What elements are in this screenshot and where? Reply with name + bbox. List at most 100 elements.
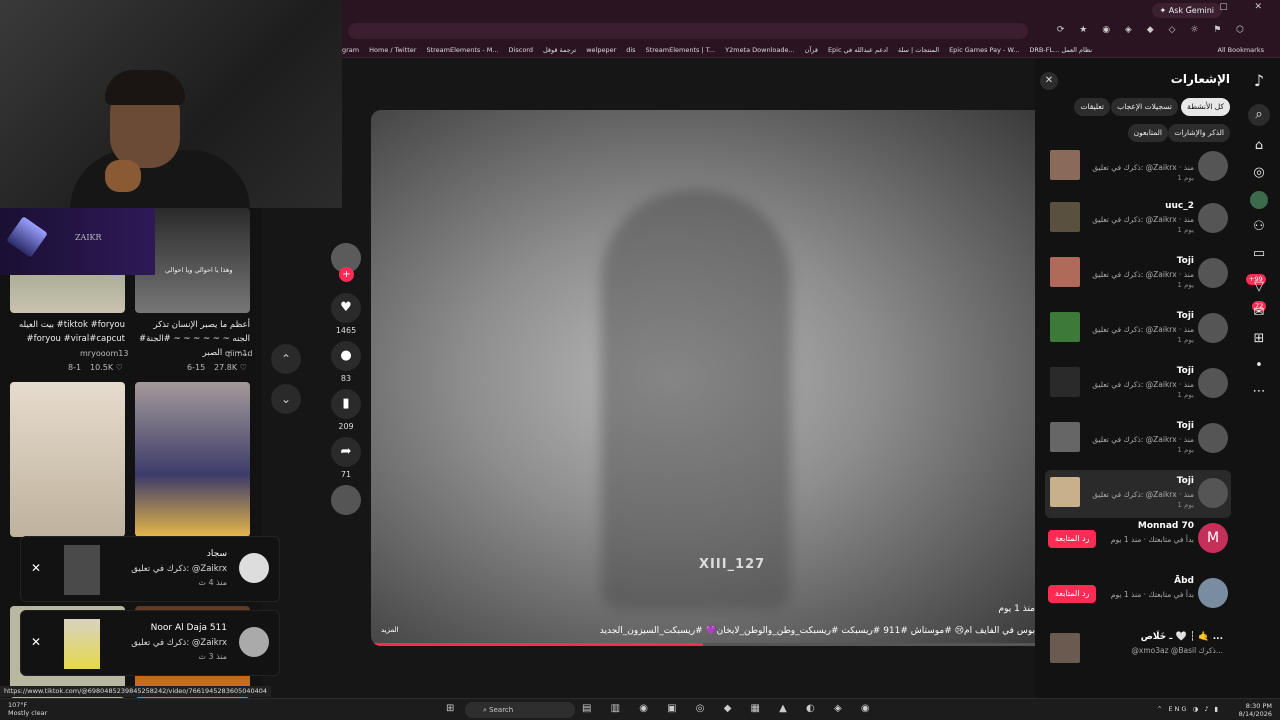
previous-video-button[interactable]: ⌃ [271,344,301,374]
notification-item[interactable]: Toji ذكرك في تعليق: @Zaikrx · منذ 1 يوم [1045,250,1231,298]
notification-text: ذكرك في تعليق: @Zaikrx · منذ [1092,270,1194,279]
avatar[interactable] [1198,578,1228,608]
video-player[interactable]: XIII_127 منذ 1 يوم بوس في الفايف ام😢 #مو… [371,110,1035,646]
notification-item[interactable]: Toji ذكرك في تعليق: @Zaikrx · منذ 1 يوم [1045,470,1231,518]
next-video-button[interactable]: ⌄ [271,384,301,414]
action-column: + ♥ 1465 ● 83 ▮ 209 ➦ 71 [330,243,362,515]
system-tray[interactable]: ⌃ ENG ◑ ♪ ▮ [1157,705,1220,713]
following-icon[interactable]: ⚇ [1250,218,1268,236]
bookmark-item[interactable]: StreamElements - M... [426,46,498,54]
profile-avatar-icon[interactable] [1250,191,1268,209]
all-bookmarks[interactable]: All Bookmarks [1218,46,1264,54]
avatar[interactable] [1198,478,1228,508]
avatar[interactable]: M [1198,523,1228,553]
comment-count: 83 [340,374,352,383]
follow-plus-icon[interactable]: + [339,267,354,282]
notifications-panel: ✕ الإشعارات كل الأنشطة تسجيلات الإعجاب ت… [1035,58,1238,698]
notification-item[interactable]: Toji ذكرك في تعليق: @Zaikrx · منذ 1 يوم [1045,360,1231,408]
notification-item[interactable]: ذكرك في تعليق: @Zaikrx · منذ 1 يوم [1045,143,1231,191]
grid-tile-3[interactable] [10,382,125,537]
share-icon[interactable]: ➦ [331,437,361,467]
avatar[interactable] [1198,313,1228,343]
live-icon[interactable]: ▭ [1250,245,1268,263]
notification-thumbnail [1050,633,1080,663]
avatar[interactable] [1198,151,1228,181]
logo-shape [6,216,48,258]
messages-icon[interactable]: ✉ [1250,304,1268,322]
follower-notification[interactable]: رد المتابعة Monnad 70 بدأ في متابعتك · م… [1045,515,1231,563]
more-link[interactable]: المزيد [381,626,399,634]
bookmark-item[interactable]: welpeper [586,46,616,54]
comment-icon[interactable]: ● [331,341,361,371]
notification-item[interactable]: ـ خَلَاص 🤍 ┆ 🤙 ... @xmo3az @Basil ذكرك..… [1045,626,1231,674]
close-icon[interactable]: ✕ [31,635,41,649]
pinned-apps[interactable]: ▤ ▥ ◉ ▣ ◎ ◆ ▦ ▲ ◐ ◈ ◉ [582,703,878,714]
more-dot-icon[interactable]: • [1250,357,1268,375]
grid-tile-4[interactable] [135,382,250,537]
bookmark-item[interactable]: Epic Games Pay - W... [949,46,1019,54]
start-icon[interactable]: ⊞ [446,703,462,714]
activity-icon[interactable]: ▽ [1250,278,1268,296]
bookmark-item[interactable]: المنتجات | سلة [898,46,939,54]
tab-likes[interactable]: تسجيلات الإعجاب [1111,98,1178,116]
taskbar-search[interactable]: ⌕ Search [465,702,575,718]
close-icon[interactable]: ✕ [31,561,41,575]
bookmarks-bar: gram Home / Twitter StreamElements - M... D… [342,42,1280,58]
bookmark-item[interactable]: Discord [509,46,533,54]
save-count: 209 [338,422,354,431]
bookmark-item[interactable]: DRB-FL... نظام العمل [1029,46,1092,54]
follow-back-button[interactable]: رد المتابعة [1048,585,1097,603]
bookmark-item[interactable]: dis [626,46,635,54]
windows-taskbar: 107°F Mostly clear ⊞ ⌕ Search ▤ ▥ ◉ ▣ ◎ ◆… [0,698,1280,720]
window-controls[interactable]: – ▢ ✕ [1188,2,1274,12]
extension-icons[interactable]: ⟳ ★ ◉ ◈ ◆ ◇ ☼ ⚑ ⬡ [1057,25,1250,35]
notification-item[interactable]: uuc_2 ذكرك في تعليق: @Zaikrx · منذ 1 يوم [1045,195,1231,243]
search-icon[interactable]: ⌕ [1248,104,1270,126]
tab-comments[interactable]: تعليقات [1074,98,1110,116]
video-progress[interactable] [371,643,1035,646]
notification-toast[interactable]: ✕ Noor Al Daja 511 ذكرك في تعليق: @Zaikr… [20,610,280,676]
address-bar[interactable] [348,23,1028,39]
bookmark-item[interactable]: قرآن [805,46,818,54]
bookmark-item[interactable]: Y2meta Downloade... [725,46,795,54]
bookmark-item[interactable]: ترجمة قوقل [543,46,576,54]
tab-followers[interactable]: المتابعون [1127,124,1168,142]
bookmark-item[interactable]: Home / Twitter [369,46,416,54]
avatar[interactable] [1198,203,1228,233]
upload-icon[interactable]: ⊞ [1250,330,1268,348]
weather-text: Mostly clear [8,709,48,717]
notification-item[interactable]: Toji ذكرك في تعليق: @Zaikrx · منذ 1 يوم [1045,415,1231,463]
tab-mentions[interactable]: الذكر والإشارات [1168,124,1230,142]
music-disc-avatar[interactable] [331,485,361,515]
bookmark-item[interactable]: Epic ادعم عبدالله في [828,46,888,54]
tile-user[interactable]: mryooom13 [80,349,128,358]
bookmark-item[interactable]: StreamElements | T... [646,46,716,54]
tile-overlay-text: وهذا يا احوالي ويا احوالي [165,266,233,274]
notification-name: Toji [1176,311,1194,321]
bookmark-icon[interactable]: ▮ [331,389,361,419]
follower-notification[interactable]: رد المتابعة Ābd بدأ في متابعتك · منذ 1 ي… [1045,570,1231,618]
tiktok-logo-icon[interactable]: ♪ [1250,72,1268,90]
follow-back-button[interactable]: رد المتابعة [1048,530,1097,548]
home-icon[interactable]: ⌂ [1250,137,1268,155]
notification-name: Toji [1176,256,1194,266]
tab-all-activity[interactable]: كل الأنشطة [1181,98,1230,116]
notification-toast[interactable]: ✕ سجاد ذكرك في تعليق: @Zaikrx منذ 4 ث [20,536,280,602]
notification-item[interactable]: Toji ذكرك في تعليق: @Zaikrx · منذ 1 يوم [1045,305,1231,353]
avatar[interactable] [1198,258,1228,288]
explore-icon[interactable]: ◎ [1250,164,1268,182]
follower-text: بدأ في متابعتك · منذ 1 يوم [1110,590,1194,599]
clock[interactable]: 8:30 PM 8/14/2026 [1239,702,1272,718]
tile-user[interactable]: qiim1d [225,349,252,358]
tile-caption[interactable]: بيت العيله #tiktok #foryou #foryou #vira… [10,318,125,346]
more-options-icon[interactable]: ⋯ [1250,383,1268,401]
bookmark-item[interactable]: gram [342,46,359,54]
close-icon[interactable]: ✕ [1040,72,1058,90]
avatar[interactable] [1198,423,1228,453]
notification-time: 1 يوم [1177,446,1194,454]
weather-widget[interactable]: 107°F Mostly clear [8,701,47,717]
avatar[interactable] [1198,368,1228,398]
creator-avatar[interactable]: + [331,243,361,282]
like-icon[interactable]: ♥ [331,293,361,323]
notification-text: ذكرك في تعليق: @Zaikrx · منذ [1092,163,1194,172]
